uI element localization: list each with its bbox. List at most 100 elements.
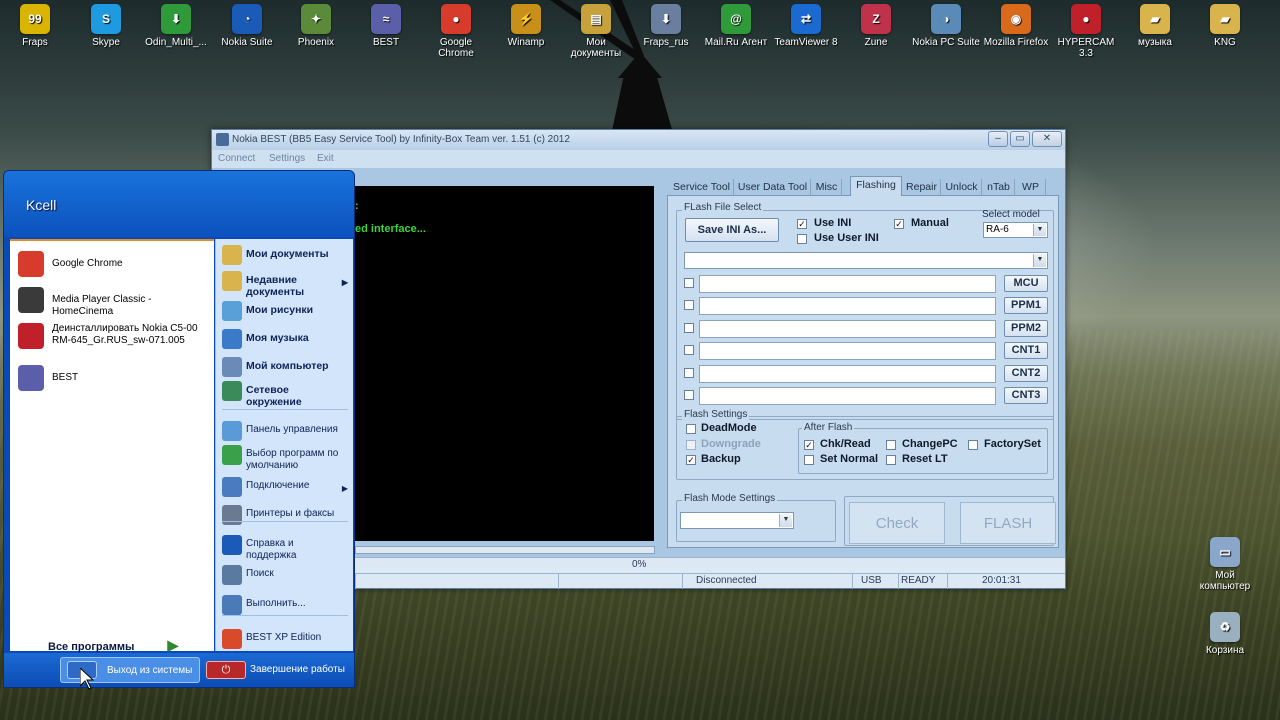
file-row-checkbox[interactable] xyxy=(684,323,694,333)
file-row-button[interactable]: MCU xyxy=(1004,275,1048,292)
desktop-icon[interactable]: ▤ Мои документы xyxy=(561,2,631,59)
places-item[interactable]: Недавние документы ▶ xyxy=(220,271,352,298)
model-select[interactable]: RA-6 ▼ xyxy=(983,222,1048,238)
file-row-button[interactable]: CNT3 xyxy=(1004,387,1048,404)
flash-mode-select[interactable]: ▼ xyxy=(680,512,794,529)
file-path-field[interactable] xyxy=(699,387,996,405)
tab-wp[interactable]: WP xyxy=(1016,179,1046,196)
places-item[interactable]: BEST XP Edition xyxy=(220,629,352,653)
flash-file-combo[interactable]: ▼ xyxy=(684,252,1048,269)
chk-read-checkbox[interactable]: ✓ xyxy=(804,440,814,450)
menu-exit[interactable]: Exit xyxy=(317,153,334,164)
places-item-label: BEST XP Edition xyxy=(246,632,322,643)
pinned-item[interactable]: BEST xyxy=(16,365,214,395)
tab-misc[interactable]: Misc xyxy=(812,179,842,196)
shutdown-button[interactable]: ⏻ Завершение работы xyxy=(204,657,354,683)
save-ini-button[interactable]: Save INI As... xyxy=(685,218,779,242)
places-item[interactable]: Выбор программ по умолчанию xyxy=(220,445,352,471)
desktop-icon[interactable]: ♻ Корзина xyxy=(1190,610,1260,656)
desktop-icon-label: Nokia PC Suite xyxy=(912,37,980,48)
desktop-icon[interactable]: ◑ Nokia PC Suite xyxy=(911,2,981,48)
file-row-checkbox[interactable] xyxy=(684,390,694,400)
menu-settings[interactable]: Settings xyxy=(269,153,305,164)
places-item[interactable]: Справка и поддержка xyxy=(220,535,352,561)
manual-checkbox[interactable]: ✓ xyxy=(894,219,904,229)
maximize-button[interactable]: ▭ xyxy=(1010,131,1030,147)
start-menu-header: Kcell xyxy=(4,171,354,237)
close-button[interactable]: ✕ xyxy=(1032,131,1062,147)
change-pc-checkbox[interactable] xyxy=(886,440,896,450)
file-row-checkbox[interactable] xyxy=(684,300,694,310)
places-item-label: Поиск xyxy=(246,568,274,579)
tab-user-data-tool[interactable]: User Data Tool xyxy=(735,179,811,196)
file-path-field[interactable] xyxy=(699,365,996,383)
desktop-icon[interactable]: ● Google Chrome xyxy=(421,2,491,59)
file-row-button[interactable]: PPM1 xyxy=(1004,297,1048,314)
places-item[interactable]: Моя музыка xyxy=(220,329,352,353)
places-item[interactable]: Принтеры и факсы xyxy=(220,505,352,529)
use-ini-checkbox[interactable]: ✓ xyxy=(797,219,807,229)
places-item[interactable]: Подключение ▶ xyxy=(220,477,352,501)
flash-button[interactable]: FLASH xyxy=(960,502,1056,544)
file-row-button[interactable]: CNT1 xyxy=(1004,342,1048,359)
desktop-icon-label: Odin_Multi_... xyxy=(145,37,207,48)
desktop-icon[interactable]: ✦ Phoenix xyxy=(281,2,351,48)
desktop-icon[interactable]: ▰ музыка xyxy=(1120,2,1190,48)
file-row-button[interactable]: PPM2 xyxy=(1004,320,1048,337)
desktop-icon[interactable]: ◔ Nokia Suite xyxy=(212,2,282,48)
tab-service-tool[interactable]: Service Tool xyxy=(670,179,734,196)
deadmode-checkbox[interactable] xyxy=(686,424,696,434)
file-row-checkbox[interactable] xyxy=(684,278,694,288)
places-item[interactable]: Мой компьютер xyxy=(220,357,352,381)
file-row-button[interactable]: CNT2 xyxy=(1004,365,1048,382)
file-row-checkbox[interactable] xyxy=(684,345,694,355)
tab-unlock[interactable]: Unlock xyxy=(942,179,982,196)
file-path-field[interactable] xyxy=(699,342,996,360)
desktop-icon[interactable]: @ Mail.Ru Агент xyxy=(701,2,771,48)
desktop-icon[interactable]: Z Zune xyxy=(841,2,911,48)
tab-repair[interactable]: Repair xyxy=(903,179,941,196)
all-programs-button[interactable]: Все программы ▶ xyxy=(48,637,178,654)
file-path-field[interactable] xyxy=(699,320,996,338)
right-panel: Service Tool User Data Tool Misc Flashin… xyxy=(667,176,1059,548)
desktop-icon[interactable]: ◉ Mozilla Firefox xyxy=(981,2,1051,48)
desktop-icon[interactable]: ▭ Мой компьютер xyxy=(1190,535,1260,592)
best-title-bar[interactable]: Nokia BEST (BB5 Easy Service Tool) by In… xyxy=(212,130,1065,150)
desktop-icon[interactable]: ⚡ Winamp xyxy=(491,2,561,48)
set-normal-checkbox[interactable] xyxy=(804,455,814,465)
check-button[interactable]: Check xyxy=(849,502,945,544)
desktop-icon[interactable]: ⬇ Odin_Multi_... xyxy=(141,2,211,48)
desktop-icon[interactable]: ⬇ Fraps_rus xyxy=(631,2,701,48)
app-icon: ◔ xyxy=(232,4,262,34)
desktop-icon[interactable]: 99 Fraps xyxy=(0,2,70,48)
file-path-field[interactable] xyxy=(699,297,996,315)
deadmode-label: DeadMode xyxy=(701,422,757,434)
desktop-icon-label: BEST xyxy=(372,37,400,48)
desktop-icon[interactable]: S Skype xyxy=(71,2,141,48)
desktop-icon[interactable]: ≈ BEST xyxy=(351,2,421,48)
use-user-ini-checkbox[interactable] xyxy=(797,234,807,244)
places-item[interactable]: Поиск xyxy=(220,565,352,589)
flashing-pane: FLash File Select Save INI As... ✓ Use I… xyxy=(667,196,1059,548)
places-item[interactable]: Сетевое окружение xyxy=(220,381,352,408)
pinned-item[interactable]: Google Chrome xyxy=(16,251,214,281)
pinned-item[interactable]: Media Player Classic - HomeCinema xyxy=(16,287,214,317)
desktop-icon[interactable]: ▰ KNG xyxy=(1190,2,1260,48)
minimize-button[interactable]: – xyxy=(988,131,1008,147)
places-item[interactable]: Мои документы xyxy=(220,245,352,269)
tab-flashing[interactable]: Flashing xyxy=(850,176,902,197)
app-icon: ✦ xyxy=(301,4,331,34)
tab-ntab[interactable]: nTab xyxy=(983,179,1015,196)
file-path-field[interactable] xyxy=(699,275,996,293)
desktop-icon[interactable]: ⇄ TeamViewer 8 xyxy=(771,2,841,48)
file-row-checkbox[interactable] xyxy=(684,368,694,378)
backup-checkbox[interactable]: ✓ xyxy=(686,455,696,465)
pinned-item[interactable]: Деинсталлировать Nokia C5-00 RM-645_Gr.R… xyxy=(16,323,214,353)
places-item[interactable]: Мои рисунки xyxy=(220,301,352,325)
places-item[interactable]: Панель управления xyxy=(220,421,352,445)
reset-lt-checkbox[interactable] xyxy=(886,455,896,465)
menu-connect[interactable]: Connect xyxy=(218,153,255,164)
factory-set-checkbox[interactable] xyxy=(968,440,978,450)
desktop-icon[interactable]: ● HYPERCAM 3.3 xyxy=(1051,2,1121,59)
desktop-icon-label: Мои документы xyxy=(570,37,622,59)
